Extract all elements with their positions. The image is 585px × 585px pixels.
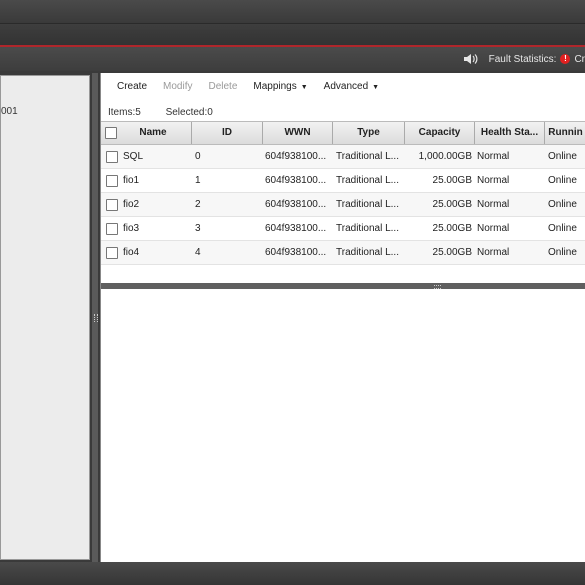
table-row[interactable]: fio2 2 604f938100... Traditional L... 25.00G… [101, 193, 585, 217]
row-checkbox[interactable] [106, 175, 118, 187]
title-bar [0, 0, 585, 24]
row-checkbox[interactable] [106, 247, 118, 259]
cell-id: 4 [195, 247, 201, 258]
toolbar: Create Modify Delete Mappings ▼ Advanced ▼ [101, 73, 585, 99]
cell-capacity: 25.00GB [432, 199, 472, 210]
speaker-icon[interactable] [463, 52, 479, 66]
footer-bar [0, 562, 585, 585]
cell-name: fio3 [123, 223, 140, 234]
cell-health-status: Normal [477, 151, 510, 162]
row-checkbox[interactable] [106, 199, 118, 211]
table-row[interactable]: fio4 4 604f938100... Traditional L... 25.00G… [101, 241, 585, 265]
splitter-grip-icon[interactable] [94, 314, 98, 322]
chevron-down-icon: ▼ [372, 83, 380, 91]
cell-name: fio1 [123, 175, 140, 186]
critical-alarm-icon[interactable]: ! [560, 54, 571, 64]
status-bar: Fault Statistics: ! Cr [0, 47, 585, 71]
lun-list-panel: Create Modify Delete Mappings ▼ Advanced ▼… [100, 73, 585, 562]
cell-running-status: Online [548, 199, 577, 210]
cell-name: fio4 [123, 247, 140, 258]
chevron-down-icon: ▼ [300, 83, 308, 91]
cell-id: 2 [195, 199, 201, 210]
table-header: Name ID WWN Type Capacity Health Sta... … [101, 121, 585, 145]
cell-id: 0 [195, 151, 201, 162]
cell-type: Traditional L... [336, 151, 399, 162]
cell-health-status: Normal [477, 223, 510, 234]
cell-capacity: 1,000.00GB [418, 151, 472, 162]
table-row[interactable]: fio1 1 604f938100... Traditional L... 25.00G… [101, 169, 585, 193]
advanced-menu[interactable]: Advanced ▼ [324, 81, 379, 92]
cell-running-status: Online [548, 247, 577, 258]
delete-button[interactable]: Delete [208, 81, 237, 92]
column-header-capacity[interactable]: Capacity [405, 122, 475, 144]
details-panel [101, 289, 585, 562]
item-counts: Items:5 Selected:0 [108, 107, 235, 118]
column-header-name[interactable]: Name [115, 122, 192, 144]
menu-bar [0, 24, 585, 45]
column-header-health-status[interactable]: Health Sta... [475, 122, 545, 144]
cell-wwn: 604f938100... [265, 151, 327, 162]
cell-wwn: 604f938100... [265, 247, 327, 258]
table-row[interactable]: fio3 3 604f938100... Traditional L... 25.00G… [101, 217, 585, 241]
cell-wwn: 604f938100... [265, 175, 327, 186]
cell-type: Traditional L... [336, 247, 399, 258]
row-checkbox[interactable] [106, 151, 118, 163]
navigation-tree-panel: 001 [0, 75, 90, 560]
items-count: Items:5 [108, 107, 141, 118]
cell-running-status: Online [548, 175, 577, 186]
create-button[interactable]: Create [117, 81, 147, 92]
cell-type: Traditional L... [336, 223, 399, 234]
cell-running-status: Online [548, 151, 577, 162]
cell-type: Traditional L... [336, 199, 399, 210]
mappings-label: Mappings [253, 80, 297, 92]
column-header-id[interactable]: ID [192, 122, 263, 144]
table-row[interactable]: SQL 0 604f938100... Traditional L... 1,000.0… [101, 145, 585, 169]
cell-type: Traditional L... [336, 175, 399, 186]
cell-name: fio2 [123, 199, 140, 210]
table-body: SQL 0 604f938100... Traditional L... 1,000.0… [101, 145, 585, 265]
cell-health-status: Normal [477, 175, 510, 186]
row-checkbox[interactable] [106, 223, 118, 235]
cell-health-status: Normal [477, 247, 510, 258]
critical-label[interactable]: Cr [574, 54, 585, 65]
fault-statistics-label: Fault Statistics: [488, 53, 557, 65]
advanced-label: Advanced [323, 80, 369, 92]
tree-item[interactable]: 001 [1, 106, 18, 117]
cell-health-status: Normal [477, 199, 510, 210]
cell-capacity: 25.00GB [432, 175, 472, 186]
select-all-cell [101, 122, 117, 144]
lun-table: Name ID WWN Type Capacity Health Sta... … [101, 121, 585, 265]
cell-running-status: Online [548, 223, 577, 234]
cell-capacity: 25.00GB [432, 223, 472, 234]
selected-count: Selected:0 [165, 107, 213, 118]
cell-capacity: 25.00GB [432, 247, 472, 258]
cell-id: 3 [195, 223, 201, 234]
fault-statistics: Fault Statistics: ! Cr [463, 47, 585, 71]
modify-button[interactable]: Modify [163, 81, 192, 92]
column-header-type[interactable]: Type [333, 122, 405, 144]
cell-id: 1 [195, 175, 201, 186]
cell-wwn: 604f938100... [265, 223, 327, 234]
cell-wwn: 604f938100... [265, 199, 327, 210]
cell-name: SQL [123, 151, 144, 162]
mappings-menu[interactable]: Mappings ▼ [253, 81, 307, 92]
column-header-running-status[interactable]: Runnin [545, 122, 585, 144]
column-header-wwn[interactable]: WWN [263, 122, 333, 144]
